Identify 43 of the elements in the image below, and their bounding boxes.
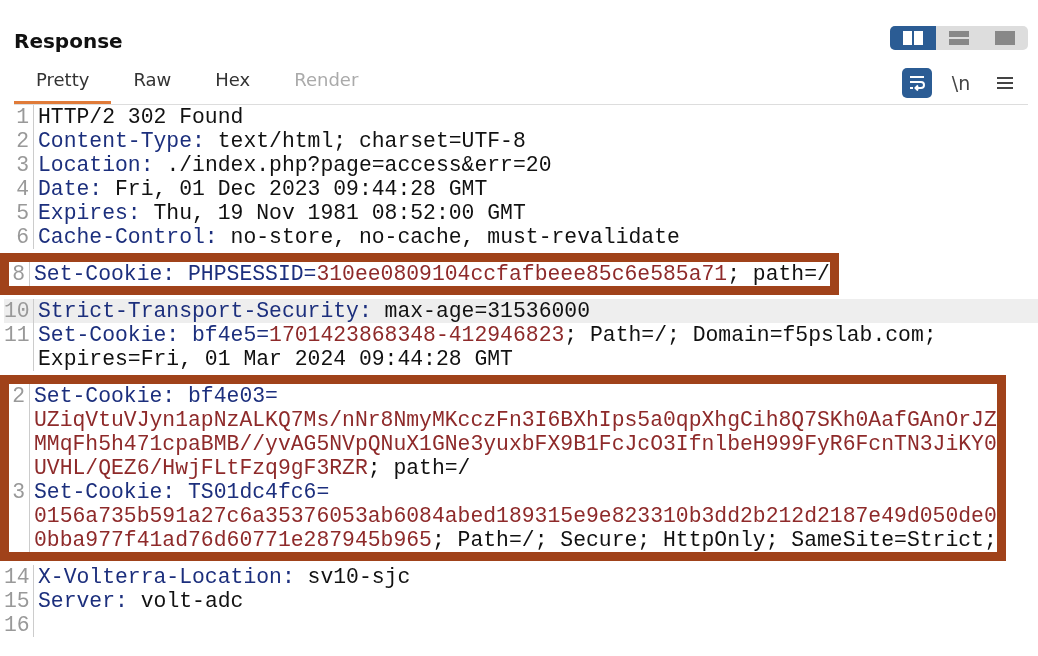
code-line: UZiqVtuVJyn1apNzALKQ7Ms/nNr8NmyMKcczFn3I6BXhIps5a0qpXhgCih8Q7SKh0AafGAnOrJZ — [33, 408, 997, 432]
code-line: HTTP/2 302 Found — [37, 105, 244, 129]
line-number: 15 — [4, 589, 34, 613]
word-wrap-button[interactable] — [902, 68, 932, 98]
line-number: 16 — [4, 613, 34, 637]
code-line: MMqFh5h471cpaBMB//yvAG5NVpQNuX1GNe3yuxbFX9B1FcJcO3IfnlbeH999FyR6FcnTN3JiKY0 — [33, 432, 997, 456]
wrap-icon — [908, 75, 926, 91]
code-line: 0156a735b591a27c6a35376053ab6084abed189315e9e823310b3dd2b212d2187e49d050de0 — [33, 504, 997, 528]
code-line: Set-Cookie: PHPSESSID=310ee0809104ccfafbeee85c6e585a71; path=/ — [33, 262, 830, 286]
code-line: Expires=Fri, 01 Mar 2024 09:44:28 GMT — [37, 347, 513, 371]
line-number: 1 — [4, 105, 34, 129]
tab[interactable]: Raw — [111, 60, 194, 104]
code-line: X-Volterra-Location: sv10-sjc — [37, 565, 411, 589]
code-line: Set-Cookie: bf4e5=1701423868348-412946823; Path=/; Domain=f5pslab.com; — [37, 323, 937, 347]
line-number: 3 — [4, 153, 34, 177]
newline-toggle-button[interactable]: \n — [946, 68, 976, 98]
code-line: Strict-Transport-Security: max-age=31536000 — [37, 299, 590, 323]
line-number: 2 — [9, 384, 30, 408]
line-number: 11 — [4, 323, 34, 347]
rows-layout-icon[interactable] — [949, 31, 969, 45]
code-line: Set-Cookie: TS01dc4fc6= — [33, 480, 330, 504]
tab[interactable]: Pretty — [14, 60, 112, 104]
code-line: Content-Type: text/html; charset=UTF-8 — [37, 129, 526, 153]
code-line: 0bba977f41ad76d60771e287945b965; Path=/; Secure; HttpOnly; SameSite=Strict; — [33, 528, 997, 552]
line-number: 10 — [4, 299, 34, 323]
line-number: 2 — [4, 129, 34, 153]
code-line: Server: volt-adc — [37, 589, 244, 613]
line-number: 5 — [4, 201, 34, 225]
tab[interactable]: Hex — [193, 60, 273, 104]
code-line: Location: ./index.php?page=access&err=20 — [37, 153, 552, 177]
menu-icon — [997, 76, 1013, 90]
line-number: 14 — [4, 565, 34, 589]
code-line: Date: Fri, 01 Dec 2023 09:44:28 GMT — [37, 177, 488, 201]
columns-layout-icon[interactable] — [903, 31, 923, 45]
code-line: UVHL/QEZ6/HwjFLtFzq9gF3RZR; path=/ — [33, 456, 471, 480]
line-number: 4 — [4, 177, 34, 201]
code-line: Set-Cookie: bf4e03= — [33, 384, 278, 408]
line-number: 3 — [9, 480, 30, 504]
panel-title: Response — [14, 28, 123, 55]
code-line: Expires: Thu, 19 Nov 1981 08:52:00 GMT — [37, 201, 526, 225]
code-line: Cache-Control: no-store, no-cache, must-revalidate — [37, 225, 680, 249]
line-number: 8 — [9, 262, 30, 286]
line-number: 6 — [4, 225, 34, 249]
